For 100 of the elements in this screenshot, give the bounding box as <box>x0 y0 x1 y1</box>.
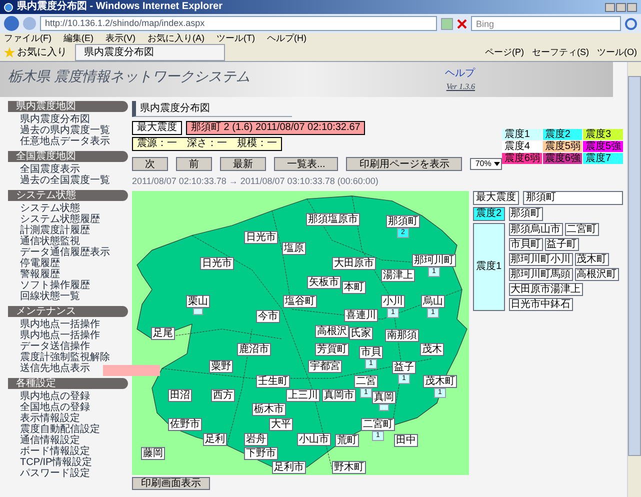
place-label: 日光市 <box>200 256 234 270</box>
nav-button[interactable]: 印刷用ページを表示 <box>346 157 462 171</box>
sidebar-link[interactable]: 県内地点一括操作 <box>20 330 100 341</box>
search-icon[interactable] <box>625 18 637 30</box>
favorites-button[interactable]: お気に入り <box>17 45 67 60</box>
stop-icon[interactable] <box>457 18 467 28</box>
nav-button[interactable]: 一覧表... <box>274 157 338 171</box>
section-header: システム状態 <box>8 190 128 201</box>
menu-item[interactable]: 編集(E) <box>64 33 94 44</box>
sidebar-link[interactable]: 通信状態監視 <box>20 236 80 247</box>
nav-button[interactable]: 前 <box>176 157 212 171</box>
sidebar-link[interactable]: 警報履歴 <box>20 269 60 280</box>
place-name: 市貝町 <box>508 238 543 250</box>
sidebar-link[interactable]: 県内地点の登録 <box>20 391 90 402</box>
browser-tab[interactable]: 県内震度分布図 <box>75 44 225 61</box>
sidebar-link[interactable]: ソフト操作履歴 <box>20 280 90 291</box>
sidebar-link[interactable]: 通信情報設定 <box>20 435 80 446</box>
sidebar-link[interactable]: 表示情報設定 <box>20 413 80 424</box>
time-range: 2011/08/07 02:10:33.78 → 2011/08/07 03:10:33.78 (00:60:00) <box>132 175 380 188</box>
print-button[interactable]: 印刷画面表示 <box>132 476 210 490</box>
place-label: 鹿沼市 <box>237 342 271 356</box>
toolbar-menu[interactable]: セーフティ(S) <box>532 46 589 60</box>
detail-label: 最大震度 <box>473 190 519 204</box>
place-label: 那須塩原市 <box>306 212 360 226</box>
place-label: 喜連川 <box>344 308 378 322</box>
legend-item: 震度1 <box>502 129 542 140</box>
place-label: 益子 <box>392 360 416 374</box>
place-label: 岩舟 <box>244 432 268 446</box>
nav-button[interactable]: 次 <box>132 157 168 171</box>
place-label: 高根沢 <box>315 324 349 338</box>
sidebar-link[interactable]: 停電履歴 <box>20 258 60 269</box>
sidebar-link[interactable]: 任意地点データ表示 <box>20 136 110 147</box>
sidebar-link[interactable]: パスワード設定 <box>20 468 90 479</box>
menu-item[interactable]: 表示(V) <box>106 33 136 44</box>
place-label: 真岡市 <box>322 388 356 402</box>
legend-item: 震度3 <box>583 129 623 140</box>
zoom-select[interactable]: 70% <box>470 158 502 170</box>
legend-item: 震度6強 <box>542 153 582 164</box>
sidebar-link[interactable]: 震度自動配信設定 <box>20 424 100 435</box>
section-header: 県内震度地図 <box>8 101 128 112</box>
section-header: 各種設定 <box>8 378 128 389</box>
place-label: 西方 <box>211 388 235 402</box>
place-label: 二宮町 <box>361 418 395 430</box>
place-label: 栗山 <box>186 294 210 308</box>
place-label: 日光市 <box>244 230 278 244</box>
place-label: 上三川 <box>286 388 320 402</box>
place-name: 那須烏山市 <box>508 222 563 236</box>
menu-item[interactable]: ツール(T) <box>216 33 255 44</box>
sidebar-link[interactable]: 震度計強制監視解除 <box>20 352 110 363</box>
sidebar-link[interactable]: データ通信履歴表示 <box>20 247 110 258</box>
sidebar-link[interactable]: 過去の県内震度一覧 <box>20 125 110 136</box>
place-label: 矢板市 <box>307 276 341 288</box>
place-label: 氏家 <box>349 326 373 340</box>
back-button[interactable] <box>4 16 19 31</box>
place-label: 南那須 <box>385 328 419 342</box>
legend-item: 震度7 <box>583 153 623 164</box>
sidebar-link[interactable]: 計測震度計履歴 <box>20 225 90 236</box>
legend-item: 震度5強 <box>583 141 623 152</box>
place-label: 湯津上 <box>381 268 415 282</box>
place-name: 茂木町 <box>574 252 609 266</box>
sidebar-link[interactable]: 全国震度表示 <box>20 164 80 175</box>
legend-item: 震度4 <box>502 141 542 152</box>
sidebar-link[interactable]: システム状態 <box>20 203 80 214</box>
menu-item[interactable]: お気に入り(A) <box>148 33 204 44</box>
sidebar-link[interactable]: 過去の全国震度一覧 <box>20 175 110 186</box>
sidebar-link[interactable]: 県内震度分布図 <box>20 114 90 125</box>
dropdown-arrow-icon <box>493 160 502 168</box>
place-name: 益子町 <box>544 238 579 250</box>
system-title: 栃木県 震度情報ネットワークシステム <box>8 67 250 86</box>
toolbar-menu[interactable]: ページ(P) <box>485 46 524 60</box>
sidebar-link[interactable]: 送信先地点表示 <box>20 363 90 374</box>
sidebar-link[interactable]: システム状態履歴 <box>20 214 100 225</box>
sidebar-link[interactable]: ボード情報設定 <box>20 446 90 457</box>
place-label: 市貝 <box>359 346 383 358</box>
sidebar-link[interactable]: データ送信操作 <box>20 341 90 352</box>
place-name: 日光市中鉢石 <box>508 298 573 310</box>
sidebar-link[interactable]: 全国地点の登録 <box>20 402 90 413</box>
place-label: 大平 <box>269 418 293 430</box>
legend-item: 震度2 <box>542 129 582 140</box>
place-label: 藤岡 <box>141 446 165 460</box>
max-intensity-label: 最大震度 <box>132 121 182 135</box>
place-name: 二宮町 <box>564 222 599 236</box>
nav-button[interactable]: 最新 <box>220 157 266 171</box>
place-label: 佐野市 <box>168 418 202 430</box>
version-text: Ver 1.3.6 <box>446 81 475 93</box>
sidebar-link[interactable]: 県内地点一括操作 <box>20 319 100 330</box>
menu-item[interactable]: ヘルプ(H) <box>267 33 306 44</box>
toolbar-menu[interactable]: ツール(O) <box>597 46 637 60</box>
sidebar-link[interactable]: 回線状態一覧 <box>20 291 80 302</box>
place-label: 真岡 <box>372 390 396 404</box>
menu-item[interactable]: ファイル(F) <box>4 33 52 44</box>
scrollbar[interactable] <box>627 62 641 497</box>
forward-button[interactable] <box>23 17 36 30</box>
legend-item: 震度6弱 <box>502 153 542 164</box>
scroll-thumb[interactable] <box>628 76 641 456</box>
search-field[interactable]: Bing <box>471 16 621 31</box>
place-label: 栃木市 <box>252 402 286 416</box>
help-link[interactable]: ヘルプ <box>445 66 475 81</box>
address-field[interactable]: http://10.136.1.2/shindo/map/index.aspx <box>40 16 437 31</box>
sidebar-link[interactable]: TCP/IP情報設定 <box>20 457 92 468</box>
